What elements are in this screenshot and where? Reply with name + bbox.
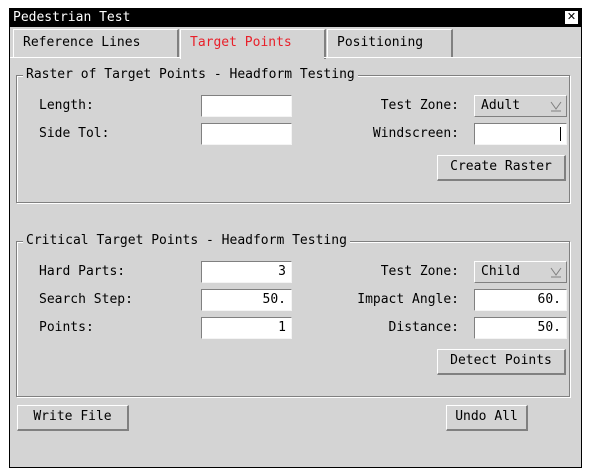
search-step-label: Search Step: — [39, 292, 133, 307]
tab-target-points[interactable]: Target Points — [180, 29, 326, 59]
tab-divider — [10, 57, 180, 58]
text-caret — [560, 127, 561, 141]
window-title: Pedestrian Test — [13, 10, 131, 25]
hard-parts-label: Hard Parts: — [39, 264, 126, 279]
length-label: Length: — [39, 98, 94, 113]
impact-angle-field[interactable]: 60. — [474, 289, 567, 311]
raster-group-title: Raster of Target Points - Headform Testi… — [23, 67, 358, 83]
distance-label: Distance: — [388, 320, 459, 335]
critical-group-title: Critical Target Points - Headform Testin… — [23, 233, 350, 249]
critical-group: Critical Target Points - Headform Testin… — [16, 233, 570, 397]
tab-positioning[interactable]: Positioning — [327, 29, 453, 57]
points-label: Points: — [39, 320, 94, 335]
write-file-button[interactable]: Write File — [17, 405, 129, 431]
chevron-down-icon — [550, 267, 562, 278]
windscreen-label: Windscreen: — [372, 126, 459, 141]
critical-test-zone-select[interactable]: Child — [474, 261, 567, 283]
undo-all-button[interactable]: Undo All — [446, 405, 528, 431]
raster-test-zone-label: Test Zone: — [380, 98, 459, 113]
pedestrian-test-window: Pedestrian Test ✕ Reference Lines Target… — [9, 8, 582, 468]
raster-test-zone-select[interactable]: Adult — [474, 95, 567, 117]
side-tol-label: Side Tol: — [39, 126, 110, 141]
tab-reference-lines[interactable]: Reference Lines — [13, 29, 179, 57]
create-raster-button[interactable]: Create Raster — [437, 155, 566, 181]
windscreen-field[interactable] — [474, 123, 567, 145]
hard-parts-field[interactable]: 3 — [201, 261, 292, 283]
critical-test-zone-value: Child — [481, 264, 521, 279]
title-bar: Pedestrian Test ✕ — [10, 9, 581, 27]
side-tol-field[interactable] — [201, 123, 292, 145]
chevron-down-icon — [550, 101, 562, 112]
distance-field[interactable]: 50. — [474, 317, 567, 339]
tab-divider — [324, 57, 581, 58]
raster-test-zone-value: Adult — [481, 98, 521, 113]
critical-test-zone-label: Test Zone: — [380, 264, 459, 279]
length-field[interactable] — [201, 95, 292, 117]
search-step-field[interactable]: 50. — [201, 289, 292, 311]
close-icon[interactable]: ✕ — [565, 11, 578, 24]
points-field[interactable]: 1 — [201, 317, 292, 339]
detect-points-button[interactable]: Detect Points — [437, 349, 566, 375]
impact-angle-label: Impact Angle: — [357, 292, 459, 307]
raster-group: Raster of Target Points - Headform Testi… — [16, 67, 570, 203]
